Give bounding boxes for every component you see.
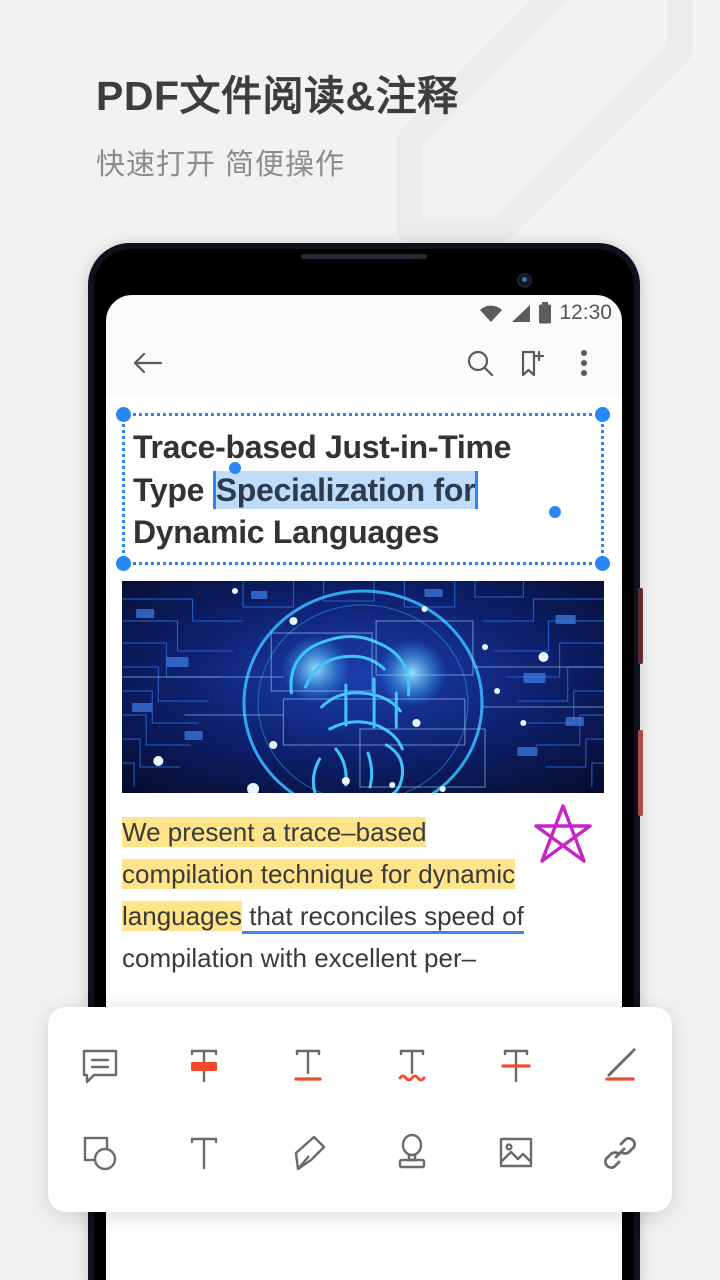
bookmark-add-icon[interactable]: [506, 337, 558, 389]
pen-draw-icon[interactable]: [584, 1035, 656, 1097]
status-time: 12:30: [559, 301, 612, 324]
back-arrow-icon[interactable]: [122, 337, 174, 389]
doc-title-line-2-prefix: Type: [133, 471, 213, 508]
front-camera: [517, 273, 532, 288]
document-figure: [122, 580, 604, 793]
stamp-icon[interactable]: [376, 1122, 448, 1184]
more-vertical-icon[interactable]: [558, 337, 610, 389]
highlight-segment-3[interactable]: languages: [122, 900, 242, 931]
highlight-segment-1[interactable]: We present a trace–based: [122, 816, 427, 847]
page-subtitle: 快速打开 简便操作: [96, 149, 346, 182]
cellular-signal-icon: [512, 304, 531, 322]
power-button[interactable]: [638, 730, 643, 816]
signature-icon[interactable]: [272, 1122, 344, 1184]
selected-text-highlight[interactable]: Specialization for: [212, 470, 479, 509]
doc-title-line-1: Trace-based Just-in-Time: [133, 429, 512, 465]
annotation-toolbar-panel[interactable]: [48, 1007, 672, 1212]
paragraph-line-3: languages that reconciles speed of: [122, 895, 604, 937]
strikethrough-icon[interactable]: [480, 1035, 552, 1097]
link-icon[interactable]: [584, 1122, 656, 1184]
highlight-icon[interactable]: [168, 1035, 240, 1097]
battery-icon: [539, 302, 552, 324]
image-icon[interactable]: [480, 1122, 552, 1184]
volume-button[interactable]: [638, 588, 643, 664]
star-ink-annotation[interactable]: [528, 801, 598, 867]
selection-handle-start[interactable]: [229, 462, 241, 474]
selection-handle-bottom-left[interactable]: [116, 555, 131, 571]
doc-title-line-2: Type Specialization for: [133, 469, 595, 512]
underline-icon[interactable]: [272, 1035, 344, 1097]
promo-header: PDF文件阅读&注释 快速打开 简便操作: [96, 72, 459, 183]
text-box-icon[interactable]: [168, 1122, 240, 1184]
annotation-row-1: [48, 1035, 672, 1097]
paragraph-line-4: compilation with excellent per–: [122, 942, 477, 973]
selection-handle-bottom-right[interactable]: [595, 555, 610, 571]
annotation-row-2: [48, 1122, 672, 1184]
wifi-icon: [480, 305, 503, 322]
document-paragraph[interactable]: We present a trace–based compilation tec…: [122, 803, 604, 979]
underline-segment[interactable]: that reconciles speed of: [242, 900, 524, 934]
selection-handle-end[interactable]: [549, 506, 561, 518]
note-comment-icon[interactable]: [64, 1035, 136, 1097]
page-title: PDF文件阅读&注释: [96, 73, 459, 119]
earpiece-speaker: [301, 254, 427, 259]
selection-handle-top-right[interactable]: [595, 407, 610, 422]
selection-handle-top-left[interactable]: [116, 407, 131, 422]
search-icon[interactable]: [454, 337, 506, 389]
highlight-segment-2[interactable]: compilation technique for dynamic: [122, 858, 516, 889]
app-toolbar: [106, 331, 622, 395]
selected-text-block[interactable]: Trace-based Just-in-Time Type Specializa…: [116, 407, 610, 571]
doc-title-line-3: Dynamic Languages: [133, 514, 440, 551]
status-bar: 12:30: [106, 295, 622, 331]
squiggly-underline-icon[interactable]: [376, 1035, 448, 1097]
shapes-icon[interactable]: [64, 1122, 136, 1184]
